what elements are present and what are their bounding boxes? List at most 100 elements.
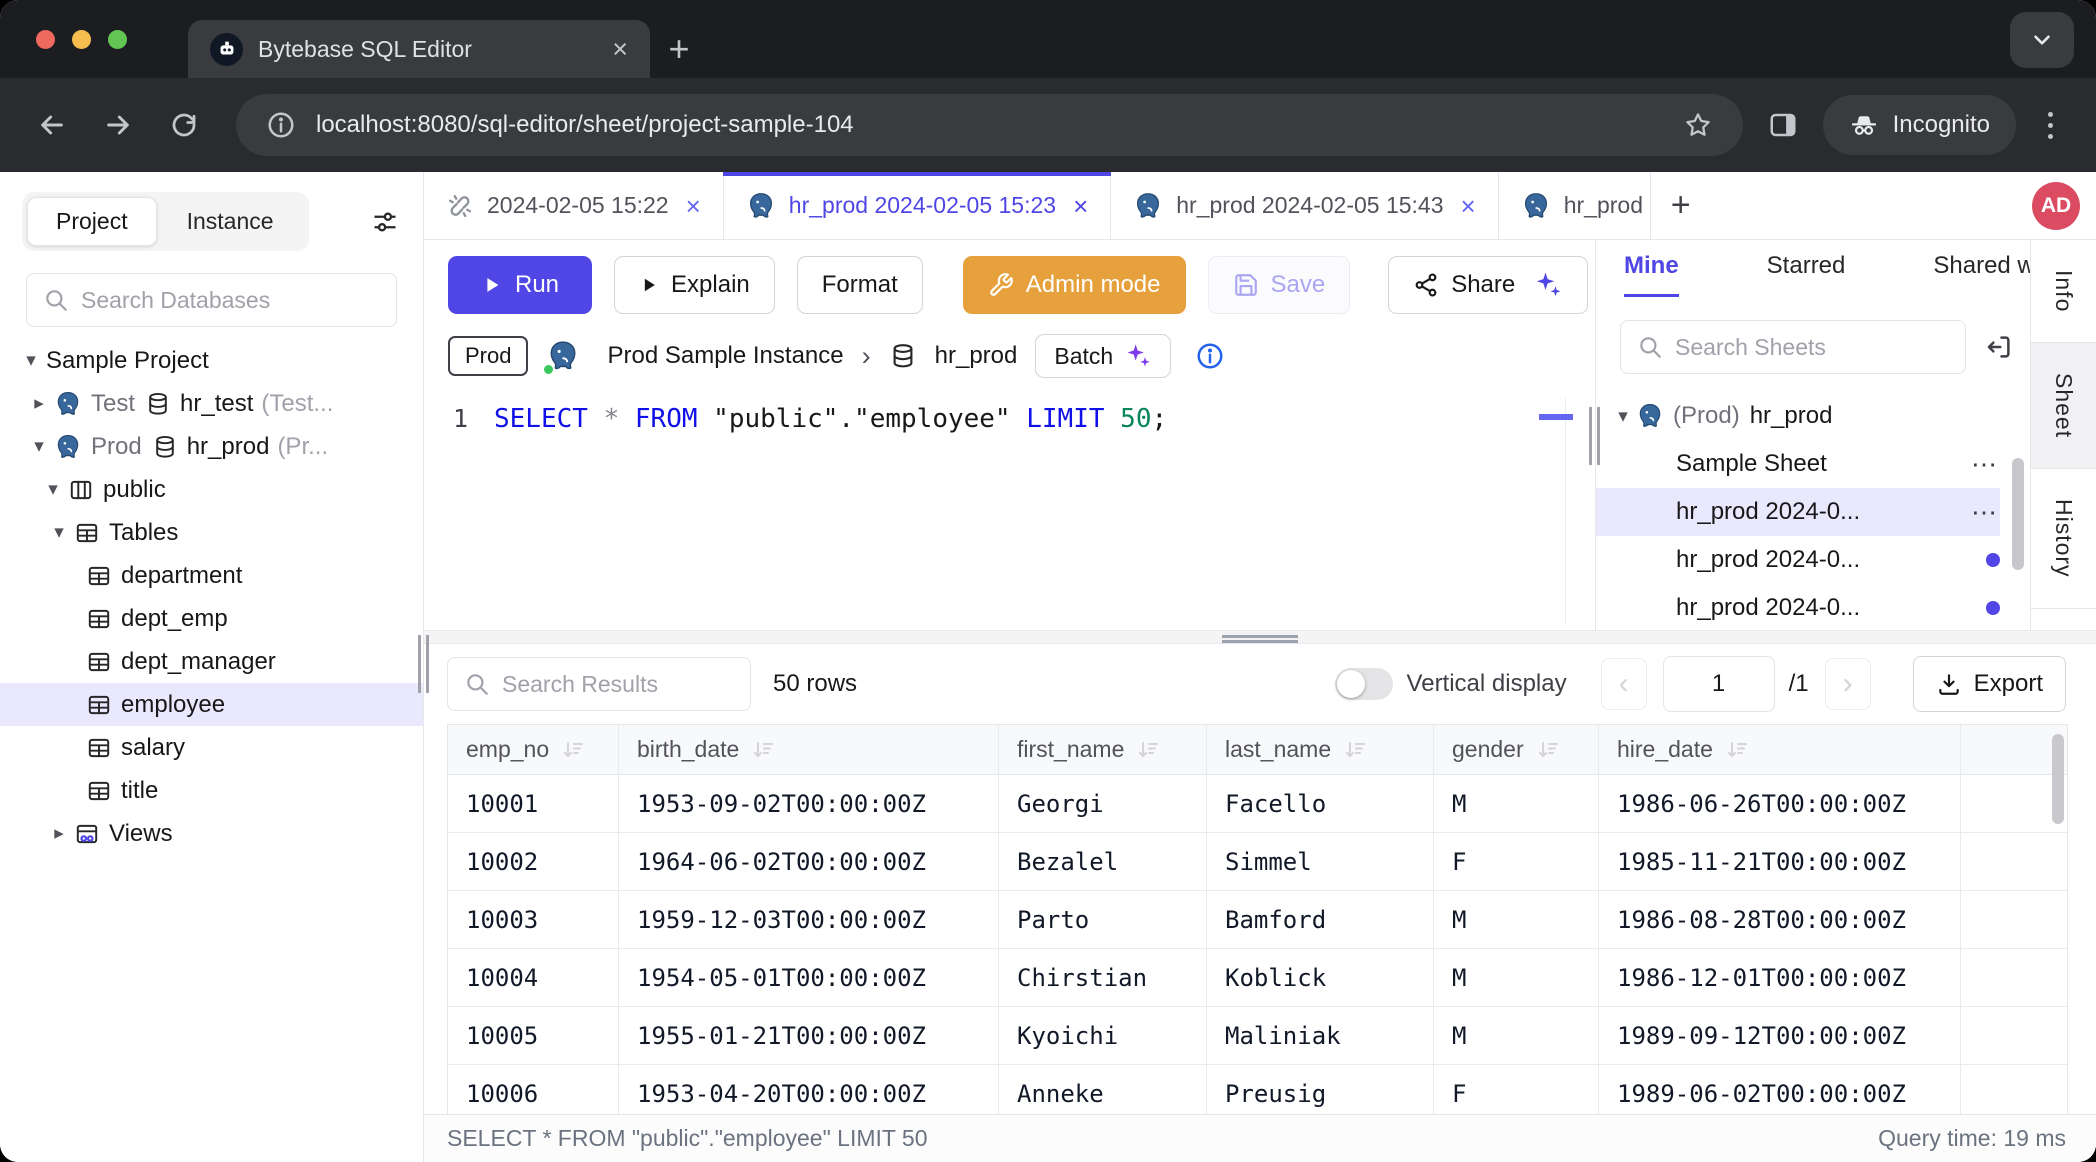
sql-code-editor[interactable]: 1 SELECT * FROM "public"."employee" LIMI… bbox=[424, 392, 1595, 630]
column-header[interactable]: first_name bbox=[999, 725, 1207, 775]
address-bar[interactable]: localhost:8080/sql-editor/sheet/project-… bbox=[236, 94, 1743, 156]
run-button[interactable]: Run bbox=[448, 256, 592, 314]
tree-item-table-dept-emp[interactable]: dept_emp bbox=[0, 597, 423, 640]
tab-sheet[interactable]: Sheet bbox=[2031, 343, 2096, 469]
sheets-scrollbar-thumb[interactable] bbox=[2012, 458, 2024, 570]
sort-icon[interactable] bbox=[561, 738, 585, 762]
caret-down-icon[interactable]: ▾ bbox=[24, 435, 54, 458]
editor-tab-2-active[interactable]: hr_prod 2024-02-05 15:23 × bbox=[724, 172, 1111, 239]
maximize-window-button[interactable] bbox=[108, 30, 127, 49]
caret-right-icon[interactable]: ▸ bbox=[24, 392, 54, 415]
share-button[interactable]: Share bbox=[1388, 256, 1588, 314]
column-header[interactable]: emp_no bbox=[448, 725, 619, 775]
explain-button[interactable]: Explain bbox=[614, 256, 775, 314]
sidebar-resize-handle[interactable] bbox=[418, 635, 429, 693]
user-avatar[interactable]: AD bbox=[2032, 182, 2080, 230]
page-input[interactable] bbox=[1663, 656, 1775, 712]
editor-tab-1[interactable]: 2024-02-05 15:22 × bbox=[424, 172, 724, 239]
tab-shared-with-me[interactable]: Shared w bbox=[1933, 252, 2030, 294]
sheet-item[interactable]: hr_prod 2024-0... bbox=[1596, 584, 2000, 630]
tree-item-project[interactable]: ▾ Sample Project bbox=[0, 339, 423, 382]
sheets-search-input[interactable] bbox=[1675, 334, 1949, 361]
results-search-input[interactable] bbox=[502, 671, 734, 698]
tree-item-database-prod[interactable]: ▾ Prod hr_prod (Pr... bbox=[0, 425, 423, 468]
editor-minimap[interactable] bbox=[1565, 398, 1589, 624]
tree-item-database-test[interactable]: ▸ Test hr_test (Test... bbox=[0, 382, 423, 425]
close-tab-icon[interactable]: × bbox=[612, 36, 628, 63]
close-tab-icon[interactable]: × bbox=[1073, 193, 1088, 219]
tree-item-tables-group[interactable]: ▾ Tables bbox=[0, 511, 423, 554]
tab-project[interactable]: Project bbox=[27, 197, 157, 246]
results-scrollbar-thumb[interactable] bbox=[2052, 734, 2064, 824]
close-tab-icon[interactable]: × bbox=[686, 193, 701, 219]
tab-info[interactable]: Info bbox=[2031, 240, 2096, 343]
caret-down-icon[interactable]: ▾ bbox=[1610, 405, 1636, 428]
column-header[interactable]: last_name bbox=[1207, 725, 1434, 775]
sort-icon[interactable] bbox=[1536, 738, 1560, 762]
column-header[interactable]: hire_date bbox=[1599, 725, 1961, 775]
sheets-search[interactable] bbox=[1620, 320, 1966, 374]
sort-icon[interactable] bbox=[1725, 738, 1749, 762]
sort-icon[interactable] bbox=[1343, 738, 1367, 762]
caret-down-icon[interactable]: ▾ bbox=[44, 521, 74, 544]
sheet-item[interactable]: Sample Sheet ⋯ bbox=[1596, 440, 2000, 488]
collapse-panel-icon[interactable] bbox=[1984, 332, 2014, 362]
database-name[interactable]: hr_prod bbox=[935, 342, 1018, 370]
column-header[interactable]: birth_date bbox=[619, 725, 999, 775]
column-header[interactable]: gender bbox=[1434, 725, 1599, 775]
next-page-button[interactable]: › bbox=[1825, 658, 1871, 710]
sheet-item-selected[interactable]: hr_prod 2024-0... ⋯ bbox=[1596, 488, 2000, 536]
tree-item-views-group[interactable]: ▸ Views bbox=[0, 812, 423, 855]
sheet-menu-icon[interactable]: ⋯ bbox=[1971, 449, 2000, 480]
results-splitter[interactable] bbox=[424, 630, 2096, 644]
minimize-window-button[interactable] bbox=[72, 30, 91, 49]
forward-button[interactable] bbox=[92, 99, 144, 151]
connection-info-icon[interactable] bbox=[1195, 341, 1225, 371]
tab-search-chevron-button[interactable] bbox=[2010, 12, 2074, 68]
caret-down-icon[interactable]: ▾ bbox=[38, 478, 68, 501]
tree-item-table-department[interactable]: department bbox=[0, 554, 423, 597]
sheet-group-row[interactable]: ▾ (Prod) hr_prod bbox=[1596, 392, 2000, 440]
new-sheet-tab-button[interactable]: + bbox=[1651, 172, 1711, 239]
tree-item-table-employee[interactable]: employee bbox=[0, 683, 423, 726]
tree-item-table-title[interactable]: title bbox=[0, 769, 423, 812]
format-button[interactable]: Format bbox=[797, 256, 923, 314]
prev-page-button[interactable]: ‹ bbox=[1601, 658, 1647, 710]
sheet-item[interactable]: hr_prod 2024-0... bbox=[1596, 536, 2000, 584]
tab-mine[interactable]: Mine bbox=[1624, 252, 1679, 297]
filter-sliders-icon[interactable] bbox=[371, 208, 399, 236]
new-tab-button[interactable]: + bbox=[650, 20, 708, 78]
caret-right-icon[interactable]: ▸ bbox=[44, 822, 74, 845]
export-button[interactable]: Export bbox=[1913, 656, 2066, 712]
splitter-handle[interactable] bbox=[1589, 407, 1600, 465]
database-search[interactable] bbox=[26, 273, 397, 327]
vertical-display-toggle[interactable] bbox=[1335, 668, 1393, 700]
side-panel-icon[interactable] bbox=[1757, 99, 1809, 151]
browser-tab[interactable]: Bytebase SQL Editor × bbox=[188, 20, 650, 78]
database-search-input[interactable] bbox=[81, 287, 380, 314]
reload-button[interactable] bbox=[158, 99, 210, 151]
sort-icon[interactable] bbox=[1136, 738, 1160, 762]
sheet-menu-icon[interactable]: ⋯ bbox=[1971, 497, 2000, 528]
tab-history[interactable]: History bbox=[2031, 469, 2096, 609]
tree-item-table-dept-manager[interactable]: dept_manager bbox=[0, 640, 423, 683]
tab-starred[interactable]: Starred bbox=[1767, 252, 1846, 294]
tree-item-schema-public[interactable]: ▾ public bbox=[0, 468, 423, 511]
close-window-button[interactable] bbox=[36, 30, 55, 49]
browser-menu-button[interactable] bbox=[2030, 112, 2070, 139]
editor-tab-3[interactable]: hr_prod 2024-02-05 15:43 × bbox=[1111, 172, 1498, 239]
splitter-handle[interactable] bbox=[1222, 633, 1298, 645]
sort-icon[interactable] bbox=[751, 738, 775, 762]
back-button[interactable] bbox=[26, 99, 78, 151]
editor-tab-4[interactable]: hr_prod 2024-0 bbox=[1499, 172, 1651, 239]
save-button[interactable]: Save bbox=[1208, 256, 1351, 314]
tab-instance[interactable]: Instance bbox=[157, 198, 304, 245]
tree-item-table-salary[interactable]: salary bbox=[0, 726, 423, 769]
bookmark-star-icon[interactable] bbox=[1683, 110, 1713, 140]
admin-mode-button[interactable]: Admin mode bbox=[963, 256, 1186, 314]
site-info-icon[interactable] bbox=[266, 110, 296, 140]
close-tab-icon[interactable]: × bbox=[1461, 193, 1476, 219]
caret-down-icon[interactable]: ▾ bbox=[16, 349, 46, 372]
instance-name[interactable]: Prod Sample Instance bbox=[607, 342, 843, 370]
batch-button[interactable]: Batch bbox=[1035, 334, 1171, 378]
